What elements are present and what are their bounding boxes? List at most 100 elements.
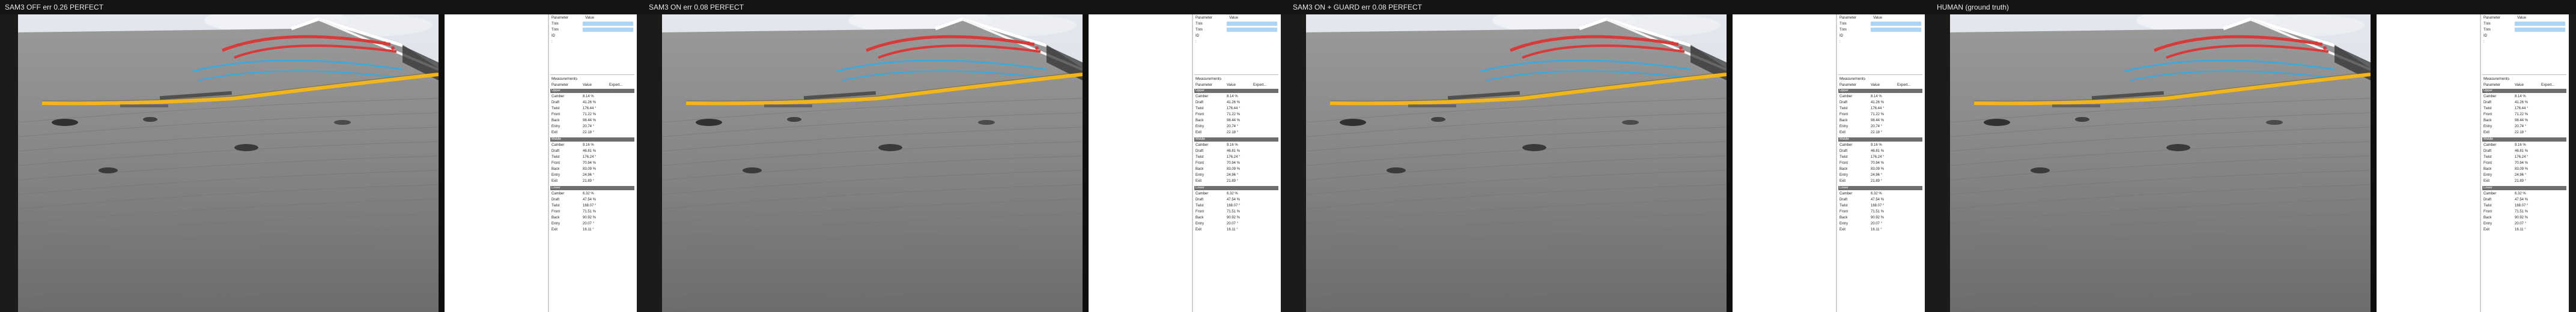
params-row-value-selected[interactable]: [583, 22, 633, 26]
params-row[interactable]: ID: [1839, 34, 1843, 38]
measurement-value: 176.24 °: [2515, 155, 2529, 159]
measurement-label: Draft: [551, 198, 560, 202]
measurement-value: 47.54 %: [1227, 198, 1241, 202]
measurement-label: Draft: [1195, 198, 1204, 202]
divider: [1194, 74, 1278, 75]
params-row-value-selected[interactable]: [583, 28, 633, 32]
measurement-row: Draft 46.81 %: [1195, 149, 1278, 154]
measurement-section-header[interactable]: Lower: [1194, 186, 1278, 190]
measurement-value: 6.32 %: [583, 192, 594, 196]
measurement-value: 176.44 °: [1227, 107, 1241, 110]
measurement-label: Camber: [1195, 95, 1209, 98]
params-header: Parameter Value: [551, 16, 594, 20]
measurement-label: Camber: [2483, 192, 2497, 196]
measurement-label: Twist: [551, 204, 560, 208]
measurement-row: Exit 21.89 °: [2483, 179, 2566, 184]
measurement-label: Camber: [551, 192, 565, 196]
measurement-value: 168.07 °: [1871, 204, 1885, 208]
sail-window: [878, 144, 902, 151]
measurement-section-header[interactable]: Upper: [2482, 89, 2566, 93]
measurement-row: Draft 47.54 %: [1195, 197, 1278, 203]
batten-pocket: [764, 104, 812, 107]
params-row[interactable]: Trim: [551, 28, 633, 32]
measurement-value: 70.94 %: [1227, 161, 1241, 165]
blank-gap: [1727, 14, 1837, 312]
measurement-row: Exit 16.11 °: [1195, 227, 1278, 233]
measurement-value: 46.81 %: [1227, 149, 1241, 153]
panel-gutter: [1281, 14, 1288, 312]
measurement-value: 176.44 °: [583, 107, 597, 110]
measurement-label: Back: [551, 216, 560, 220]
measurement-label: Exit: [1839, 179, 1846, 183]
params-row[interactable]: Trim: [551, 22, 633, 26]
measurement-value: 21.89 °: [1871, 179, 1883, 183]
measurement-value: 9.16 %: [1871, 143, 1882, 147]
measurement-value: 20.74 °: [1871, 125, 1883, 128]
measurement-label: Twist: [1839, 204, 1848, 208]
measurement-section-header[interactable]: Upper: [1838, 89, 1922, 93]
measurement-section-header[interactable]: Upper: [1194, 89, 1278, 93]
comparison-panel: HUMAN (ground truth) Parameter Value Tri…: [1932, 0, 2576, 312]
measurement-value: 6.32 %: [1227, 192, 1238, 196]
measurement-section-header[interactable]: Lower: [1838, 186, 1922, 190]
measurement-section-header[interactable]: Middle: [550, 137, 634, 142]
measurement-label: Entry: [551, 222, 560, 226]
params-row[interactable]: ID: [551, 34, 555, 38]
measurement-section-header[interactable]: Lower: [2482, 186, 2566, 190]
params-row[interactable]: Trim: [1839, 28, 1921, 32]
measurement-value: 98.44 %: [1227, 119, 1241, 122]
sail-photo: [1306, 14, 1727, 312]
measurement-row: Camber 6.32 %: [2483, 191, 2566, 197]
measurement-section-header[interactable]: Upper: [550, 89, 634, 93]
measurement-value: 22.18 °: [1871, 131, 1883, 134]
params-row-value-selected[interactable]: [1227, 22, 1277, 26]
measurement-row: Draft 47.54 %: [551, 197, 634, 203]
meas-col-expert: Expert...: [609, 83, 623, 87]
section-name: Lower: [551, 186, 560, 190]
measurement-value: 41.26 %: [583, 101, 597, 104]
measurements-header: Parameter Value Expert...: [2483, 83, 2566, 88]
params-row[interactable]: Trim: [1839, 22, 1921, 26]
measurement-value: 6.32 %: [1871, 192, 1882, 196]
params-row: :: [1195, 40, 1197, 44]
params-row-value-selected[interactable]: [1871, 22, 1921, 26]
measurement-section-header[interactable]: Middle: [2482, 137, 2566, 142]
measurement-label: Camber: [551, 143, 565, 147]
measurement-row: Exit 21.89 °: [551, 179, 634, 184]
sail-surface: [1306, 19, 1727, 312]
measurement-row: Exit 22.18 °: [551, 130, 634, 136]
measurement-section-header[interactable]: Lower: [550, 186, 634, 190]
measurement-label: Twist: [2483, 204, 2492, 208]
params-row-value-selected[interactable]: [1871, 28, 1921, 32]
params-row-label: Trim: [551, 22, 559, 26]
measurement-value: 16.11 °: [2515, 228, 2526, 232]
measurement-value: 168.07 °: [1227, 204, 1241, 208]
measurement-section-header[interactable]: Middle: [1838, 137, 1922, 142]
measurement-label: Entry: [1839, 173, 1848, 177]
params-row[interactable]: ID: [2483, 34, 2487, 38]
meas-col-value: Value: [583, 83, 592, 87]
measurement-row: Twist 176.44 °: [551, 106, 634, 112]
comparison-panel: SAM3 ON err 0.08 PERFECT Parameter Value…: [644, 0, 1288, 312]
section-name: Middle: [551, 137, 562, 141]
params-col-param: Parameter: [1195, 16, 1213, 20]
sail-window: [334, 120, 351, 125]
params-row-label: Trim: [2483, 28, 2491, 32]
params-row[interactable]: ID: [1195, 34, 1199, 38]
measurement-label: Front: [2483, 113, 2492, 116]
measurement-label: Entry: [2483, 173, 2492, 177]
measurement-value: 176.44 °: [2515, 107, 2529, 110]
measurement-section-header[interactable]: Middle: [1194, 137, 1278, 142]
sail-photo: [18, 14, 439, 312]
params-row: :: [551, 40, 553, 44]
params-row-value-selected[interactable]: [2515, 28, 2565, 32]
params-row-value-selected[interactable]: [2515, 22, 2565, 26]
batten-pocket: [2052, 104, 2100, 107]
params-row[interactable]: Trim: [1195, 28, 1277, 32]
measurement-label: Back: [1195, 216, 1204, 220]
params-row[interactable]: Trim: [2483, 22, 2565, 26]
params-row[interactable]: Trim: [2483, 28, 2565, 32]
params-row-value-selected[interactable]: [1227, 28, 1277, 32]
params-row[interactable]: Trim: [1195, 22, 1277, 26]
measurement-value: 16.11 °: [1227, 228, 1238, 232]
